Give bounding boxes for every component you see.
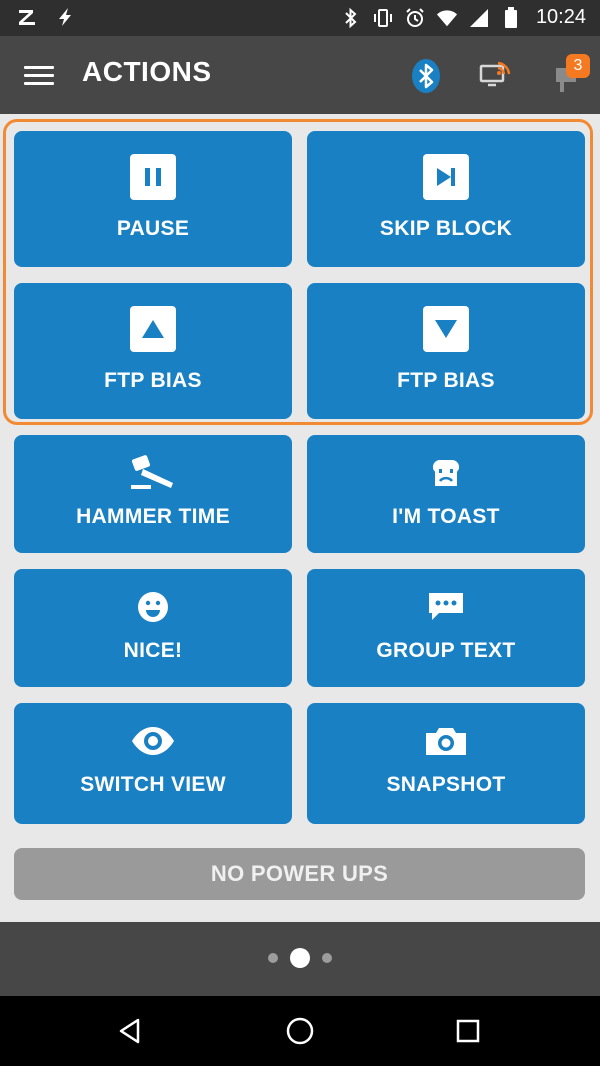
bluetooth-icon [412,59,440,93]
eye-icon [130,723,176,759]
recents-icon [456,1019,480,1043]
system-nav-bar [0,996,600,1066]
cast-button[interactable] [478,60,512,90]
camera-icon [424,723,468,759]
status-bar: 10:24 [0,0,600,36]
alarm-icon [404,7,426,29]
nice-button[interactable]: NICE! [14,569,292,687]
ftp-bias-down-icon [423,305,469,353]
pause-label: PAUSE [116,217,190,240]
group-text-label: GROUP TEXT [376,639,516,662]
z-app-icon [16,6,38,28]
home-icon [286,1017,314,1045]
ftp-bias-up-button[interactable]: FTP BIAS [14,283,292,419]
notification-badge: 3 [566,54,590,78]
menu-button[interactable] [24,61,54,89]
nice-label: NICE! [123,639,183,662]
ftp-bias-up-label: FTP BIAS [104,369,202,392]
pause-icon [130,153,176,201]
recents-button[interactable] [452,1015,484,1047]
lightning-icon [54,6,76,28]
snapshot-button[interactable]: SNAPSHOT [307,703,585,824]
bluetooth-status-icon [340,7,362,29]
cast-icon [479,61,511,87]
skip-block-button[interactable]: SKIP BLOCK [307,131,585,267]
im-toast-button[interactable]: I'M TOAST [307,435,585,553]
page-dot-1[interactable] [268,953,278,963]
skip-block-icon [423,153,469,201]
hammer-icon [129,455,177,491]
switch-view-label: SWITCH VIEW [80,773,226,796]
vibrate-icon [372,7,394,29]
page-title: ACTIONS [82,56,212,87]
no-power-ups-button[interactable]: NO POWER UPS [14,848,585,900]
ftp-bias-down-button[interactable]: FTP BIAS [307,283,585,419]
page-dot-2-active[interactable] [290,948,310,968]
back-button[interactable] [114,1015,146,1047]
im-toast-label: I'M TOAST [392,505,500,528]
bluetooth-button[interactable] [410,58,442,94]
toast-icon [429,455,463,491]
hammer-time-label: HAMMER TIME [76,505,230,528]
hammer-time-button[interactable]: HAMMER TIME [14,435,292,553]
hamburger-icon [24,66,54,69]
smiley-icon [136,589,170,625]
app-bar: ACTIONS 3 [0,36,600,114]
clock: 10:24 [535,6,586,28]
battery-icon [500,6,522,29]
ftp-bias-up-icon [130,305,176,353]
signal-icon [468,7,490,29]
page-indicator-bar [0,922,600,996]
wifi-icon [436,7,458,29]
pause-button[interactable]: PAUSE [14,131,292,267]
notifications-button[interactable]: 3 [550,54,590,98]
skip-block-label: SKIP BLOCK [379,217,513,240]
switch-view-button[interactable]: SWITCH VIEW [14,703,292,824]
page-dot-3[interactable] [322,953,332,963]
ftp-bias-down-label: FTP BIAS [397,369,495,392]
group-text-button[interactable]: GROUP TEXT [307,569,585,687]
chat-bubble-icon [427,589,465,625]
home-button[interactable] [284,1015,316,1047]
snapshot-label: SNAPSHOT [386,773,506,796]
back-icon [119,1018,140,1044]
